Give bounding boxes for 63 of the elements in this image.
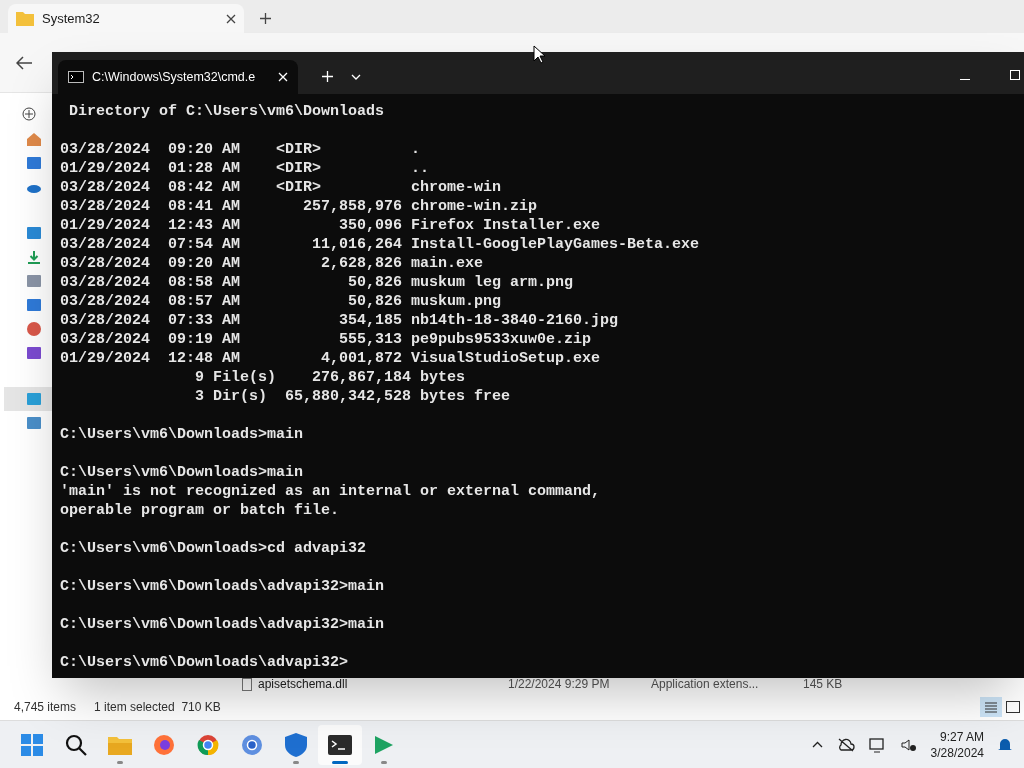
download-icon: [26, 249, 42, 265]
explorer-tab[interactable]: System32: [8, 4, 244, 33]
file-name[interactable]: apisetschema.dll: [258, 675, 508, 693]
browser-icon[interactable]: [153, 733, 175, 756]
close-icon[interactable]: [226, 13, 236, 24]
console-line: 'main' is not recognized as an internal or external command,: [60, 482, 601, 501]
search-icon[interactable]: [65, 733, 87, 756]
console-line: 03/28/2024 07:54 AM 11,016,264 Install-GooglePlayGames-Beta.exe: [60, 235, 700, 254]
file-size: 145 KB: [803, 676, 843, 693]
console-line: 01/29/2024 12:43 AM 350,096 Firefox Installer.exe: [60, 216, 601, 235]
sidebar-item[interactable]: [4, 387, 52, 411]
console-line: C:\Users\vm6\Downloads>cd advapi32: [60, 539, 367, 558]
plus-circle-icon[interactable]: [22, 107, 36, 121]
mouse-cursor-icon: [533, 45, 545, 64]
selection-info: 1 item selected 710 KB: [94, 699, 221, 716]
console-line: 01/29/2024 12:48 AM 4,001,872 VisualStudioSetup.exe: [60, 349, 601, 368]
file-date: 1/22/2024 9:29 PM: [508, 676, 611, 693]
console-line: C:\Users\vm6\Downloads>main: [60, 463, 304, 482]
console-line: 03/28/2024 08:42 AM <DIR> chrome-win: [60, 178, 502, 197]
windows-logo-icon[interactable]: [21, 733, 43, 756]
console-line: 03/28/2024 09:19 AM 555,313 pe9pubs9533xuw0e.zip: [60, 330, 592, 349]
console-line: 03/28/2024 07:33 AM 354,185 nb14th-18-3840-2160.jpg: [60, 311, 619, 330]
home-icon: [26, 131, 42, 147]
bell-icon[interactable]: [998, 736, 1012, 753]
console-line: 03/28/2024 08:58 AM 50,826 muskum leg arm.png: [60, 273, 574, 292]
dropdown-icon[interactable]: [351, 74, 361, 80]
maximize-icon[interactable]: [1010, 70, 1020, 80]
file-icon: [242, 677, 252, 691]
console-line: 03/28/2024 08:57 AM 50,826 muskum.png: [60, 292, 502, 311]
console-line: C:\Users\vm6\Downloads\advapi32>main: [60, 577, 385, 596]
console-line: Directory of C:\Users\vm6\Downloads: [68, 102, 385, 121]
tiles-view-icon[interactable]: [1006, 701, 1020, 713]
browser-icon[interactable]: [197, 733, 219, 756]
console-line: 01/29/2024 01:28 AM <DIR> ..: [60, 159, 430, 178]
folder-icon: [16, 11, 34, 26]
tab-title: System32: [42, 9, 101, 28]
item-count: 4,745 items: [14, 699, 78, 716]
console-line: operable program or batch file.: [60, 501, 340, 520]
new-tab-icon[interactable]: [260, 13, 271, 24]
speaker-muted-icon[interactable]: [900, 737, 917, 752]
music-icon: [26, 321, 42, 337]
play-icon[interactable]: [373, 733, 395, 756]
browser-icon[interactable]: [241, 733, 263, 756]
console-line: 03/28/2024 09:20 AM 2,628,826 main.exe: [60, 254, 484, 273]
console-icon: [68, 71, 84, 83]
terminal-tab[interactable]: C:\Windows\System32\cmd.e: [58, 60, 298, 94]
cloud-offline-icon[interactable]: [836, 737, 855, 752]
back-arrow-icon[interactable]: [16, 55, 32, 70]
clock-date[interactable]: 3/28/2024: [930, 744, 984, 761]
console-line: C:\Users\vm6\Downloads>main: [60, 425, 304, 444]
terminal-icon[interactable]: [328, 734, 352, 755]
clock-time[interactable]: 9:27 AM: [939, 728, 984, 745]
console-line: C:\Users\vm6\Downloads\advapi32>main: [60, 615, 385, 634]
console-line: 03/28/2024 08:41 AM 257,858,976 chrome-win.zip: [60, 197, 538, 216]
file-type: Application extens...: [651, 676, 760, 693]
taskbar-button[interactable]: [318, 724, 362, 765]
shield-icon[interactable]: [285, 732, 307, 757]
chevron-up-icon[interactable]: [811, 741, 823, 748]
console-line: 03/28/2024 09:20 AM <DIR> .: [60, 140, 421, 159]
console-line: 9 File(s) 276,867,184 bytes: [194, 368, 466, 387]
console-line: C:\Users\vm6\Downloads\advapi32>: [60, 653, 349, 672]
terminal-tab-title: C:\Windows\System32\cmd.e: [92, 68, 257, 86]
console-line: 3 Dir(s) 65,880,342,528 bytes free: [194, 387, 511, 406]
